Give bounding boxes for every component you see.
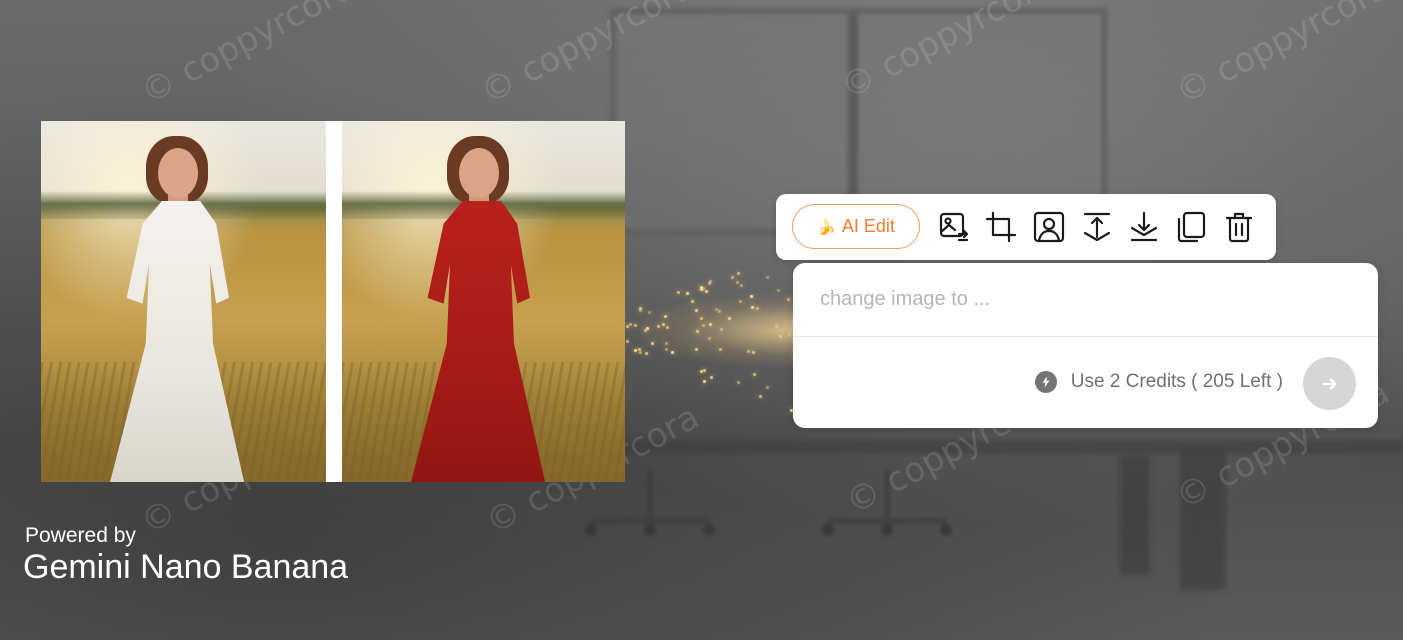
prompt-panel: Use 2 Credits ( 205 Left ): [793, 263, 1378, 428]
sparkle-dot: [657, 324, 661, 328]
sparkle-dot: [643, 328, 647, 332]
sparkle-dot: [661, 322, 665, 326]
crop-button[interactable]: [981, 207, 1021, 247]
sparkle-dot: [686, 291, 690, 295]
compress-vertical-icon: [1130, 211, 1158, 242]
sparkle-dot: [701, 323, 705, 327]
image-replace-icon: [939, 212, 969, 242]
sparkle-dot: [695, 347, 699, 351]
sparkle-dot: [676, 291, 680, 295]
duplicate-icon: [1177, 211, 1206, 243]
sparkle-dot: [694, 308, 698, 312]
sparkle-dot: [752, 372, 756, 376]
arrow-right-icon: [1322, 377, 1337, 390]
powered-by-label: Powered by: [25, 524, 136, 547]
sparkle-dot: [739, 299, 743, 303]
sparkle-dot: [704, 289, 708, 293]
sparkle-dot: [717, 309, 721, 313]
sparkle-dot: [737, 380, 741, 384]
background-pillar: [1180, 450, 1226, 590]
crop-icon: [985, 211, 1017, 243]
expand-vertical-button[interactable]: [1077, 207, 1117, 247]
prompt-input[interactable]: [793, 263, 1378, 337]
sparkle-dot: [665, 347, 669, 351]
sparkle-dot: [788, 332, 792, 336]
sparkle-dot: [709, 375, 713, 379]
compress-vertical-button[interactable]: [1124, 207, 1164, 247]
delete-icon: [1225, 212, 1253, 243]
sparkle-dot: [699, 286, 703, 290]
ai-edit-button[interactable]: 🍌 AI Edit: [792, 204, 920, 249]
before-image: [41, 121, 326, 482]
woman-figure: [41, 121, 326, 482]
sparkle-dot: [740, 283, 744, 287]
background-desk: [600, 440, 1403, 454]
lightning-icon: [1034, 371, 1057, 393]
image-replace-button[interactable]: [934, 207, 974, 247]
delete-button[interactable]: [1219, 207, 1259, 247]
sparkle-dot: [758, 394, 762, 398]
sparkle-dot: [670, 350, 674, 354]
background-chair: [822, 470, 952, 540]
image-divider: [326, 121, 342, 482]
red-dress: [410, 201, 546, 482]
sparkle-dot: [779, 334, 783, 338]
expand-vertical-icon: [1083, 212, 1111, 242]
white-dress: [109, 201, 245, 482]
credits-text: Use 2 Credits ( 205 Left ): [1070, 371, 1283, 392]
banana-icon: 🍌: [817, 218, 836, 236]
sparkle-dot: [750, 305, 754, 309]
send-button[interactable]: [1303, 357, 1356, 410]
sparkle-dot: [736, 272, 740, 276]
after-image: [342, 121, 625, 482]
sparkle-dot: [695, 329, 699, 333]
sparkle-dot: [708, 281, 711, 285]
sparkle-dot: [731, 275, 735, 279]
sparkle-dot: [691, 299, 695, 303]
product-name: Gemini Nano Banana: [23, 548, 349, 586]
woman-figure: [342, 121, 625, 482]
background-pillar: [1120, 455, 1150, 575]
sparkle-dot: [633, 349, 637, 353]
portrait-button[interactable]: [1029, 207, 1069, 247]
edit-toolbar: 🍌 AI Edit: [776, 194, 1276, 260]
sparkle-dot: [638, 350, 642, 354]
sparkle-dot: [702, 379, 706, 383]
ai-edit-label: AI Edit: [841, 216, 895, 236]
credits-info: Use 2 Credits ( 205 Left ): [1034, 371, 1283, 393]
duplicate-button[interactable]: [1171, 207, 1211, 247]
portrait-icon: [1033, 211, 1065, 243]
sparkle-dot: [735, 280, 739, 284]
sparkle-dot: [626, 324, 630, 328]
